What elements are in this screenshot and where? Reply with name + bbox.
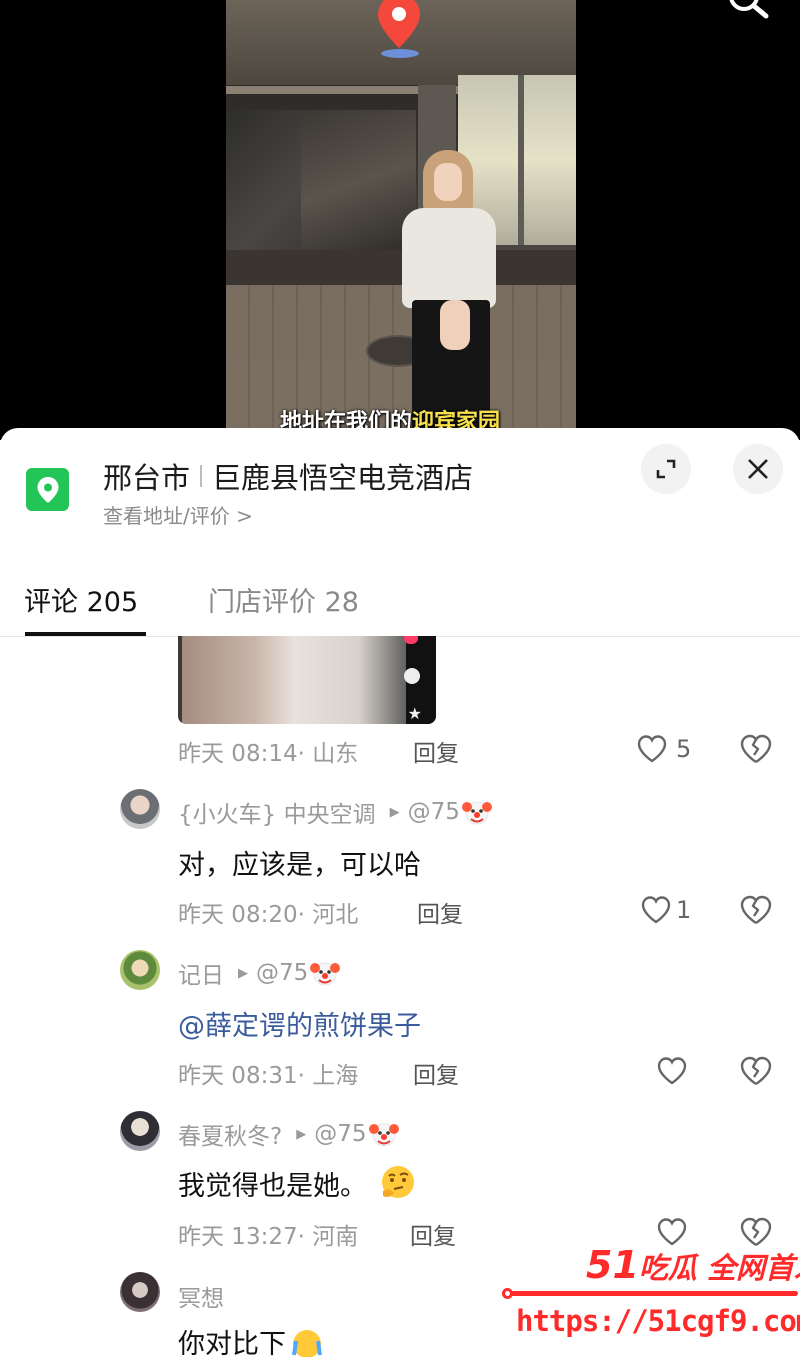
reply-to[interactable]: @75 xyxy=(408,799,460,825)
video-curb xyxy=(226,250,576,285)
video-person xyxy=(440,300,470,350)
comment-mention-text[interactable]: @薛定谔的煎饼果子 xyxy=(178,1004,421,1043)
comment-text-line: 你对比下 xyxy=(178,1322,324,1361)
heart-outline-icon xyxy=(637,735,667,763)
avatar[interactable] xyxy=(120,1272,160,1312)
comment-text: 你对比下 xyxy=(178,1329,286,1360)
comment-author[interactable]: {小火车} 中央空调 xyxy=(178,795,376,829)
clown-emoji-icon xyxy=(461,801,492,825)
location-pin-shadow xyxy=(381,49,419,58)
reply-button[interactable]: 回复 xyxy=(410,1217,456,1251)
like-button[interactable]: 1 xyxy=(640,894,691,926)
avatar[interactable] xyxy=(120,950,160,990)
close-button[interactable] xyxy=(733,444,783,494)
watermark-url: https://51cgf9.com xyxy=(516,1304,800,1338)
reply-to[interactable]: @75 xyxy=(314,1121,366,1147)
broken-heart-icon[interactable] xyxy=(739,733,773,765)
tab-comments[interactable]: 评论 205 xyxy=(24,580,138,619)
heart-outline-icon xyxy=(657,1057,687,1085)
reply-button[interactable]: 回复 xyxy=(413,1056,459,1090)
like-count: 1 xyxy=(676,896,692,924)
comment-video-thumbnail[interactable]: ★ xyxy=(178,636,436,724)
comment-meta: 昨天 08:20· 河北 xyxy=(178,902,359,928)
view-address-link[interactable]: 查看地址/评价 > xyxy=(103,500,253,529)
search-icon[interactable] xyxy=(722,0,774,30)
clown-emoji-icon xyxy=(310,962,341,986)
watermark-rule xyxy=(502,1288,798,1299)
comment-author-line: 春夏秋冬? ▶ @75 xyxy=(178,1117,399,1151)
close-icon xyxy=(748,459,768,479)
location-marker-icon xyxy=(26,468,69,511)
location-sheet: 邢台市 巨鹿县悟空电竞酒店 查看地址/评价 > 评论 205 门店评价 28 xyxy=(0,428,800,1345)
crying-emoji-icon xyxy=(292,1329,322,1357)
expand-icon xyxy=(656,459,676,479)
avatar[interactable] xyxy=(120,789,160,829)
comment-author[interactable]: 记日 xyxy=(178,956,224,990)
heart-outline-icon xyxy=(641,896,671,924)
comment-meta: 昨天 08:31· 上海 xyxy=(178,1063,359,1089)
tab-store-reviews[interactable]: 门店评价 28 xyxy=(208,580,359,619)
reply-arrow-icon: ▶ xyxy=(296,1126,307,1142)
comment-icon xyxy=(404,668,420,684)
clown-emoji-icon xyxy=(368,1123,399,1147)
comment-meta: 昨天 08:14· 山东 xyxy=(178,741,359,767)
video-person xyxy=(402,208,496,308)
like-button[interactable]: 5 xyxy=(636,733,691,765)
reply-button[interactable]: 回复 xyxy=(413,734,459,768)
like-count: 5 xyxy=(676,735,692,763)
expand-button[interactable] xyxy=(641,444,691,494)
location-city: 邢台市 xyxy=(103,461,191,495)
like-button[interactable] xyxy=(656,1055,688,1087)
video-caption: 地址在我们的迎宾家园 xyxy=(280,410,501,430)
location-name: 巨鹿县悟空电竞酒店 xyxy=(212,461,474,495)
broken-heart-icon[interactable] xyxy=(739,1055,773,1087)
avatar[interactable] xyxy=(120,1111,160,1151)
watermark-text: 吃瓜 全网首发 xyxy=(638,1251,800,1285)
broken-heart-icon[interactable] xyxy=(739,894,773,926)
location-pin-icon xyxy=(378,0,420,48)
comment-author-line: {小火车} 中央空调 ▶ @75 xyxy=(178,795,492,829)
comment-author-line: 记日 ▶ @75 xyxy=(178,956,341,990)
watermark-number: 51 xyxy=(586,1243,639,1287)
star-icon: ★ xyxy=(407,704,422,723)
video-window xyxy=(301,110,416,255)
comment-author[interactable]: 春夏秋冬? xyxy=(178,1117,282,1151)
thinking-emoji-icon xyxy=(382,1166,414,1198)
location-title[interactable]: 邢台市 巨鹿县悟空电竞酒店 xyxy=(103,455,473,497)
comment-author[interactable]: 冥想 xyxy=(178,1279,224,1313)
reply-arrow-icon: ▶ xyxy=(238,965,248,981)
watermark-title: 51吃瓜 全网首发 xyxy=(586,1243,800,1287)
video-person xyxy=(434,163,462,201)
reply-arrow-icon: ▶ xyxy=(389,804,400,820)
comment-text-line: 我觉得也是她。 xyxy=(178,1163,419,1203)
comment-meta: 昨天 13:27· 河南 xyxy=(178,1224,359,1250)
title-separator xyxy=(200,465,203,487)
comment-text: 对，应该是，可以哈 xyxy=(178,850,421,881)
video-player[interactable]: 地址在我们的迎宾家园 xyxy=(226,0,576,430)
reply-to[interactable]: @75 xyxy=(256,960,308,986)
comment-text: 我觉得也是她。 xyxy=(178,1170,367,1202)
reply-button[interactable]: 回复 xyxy=(417,895,463,929)
